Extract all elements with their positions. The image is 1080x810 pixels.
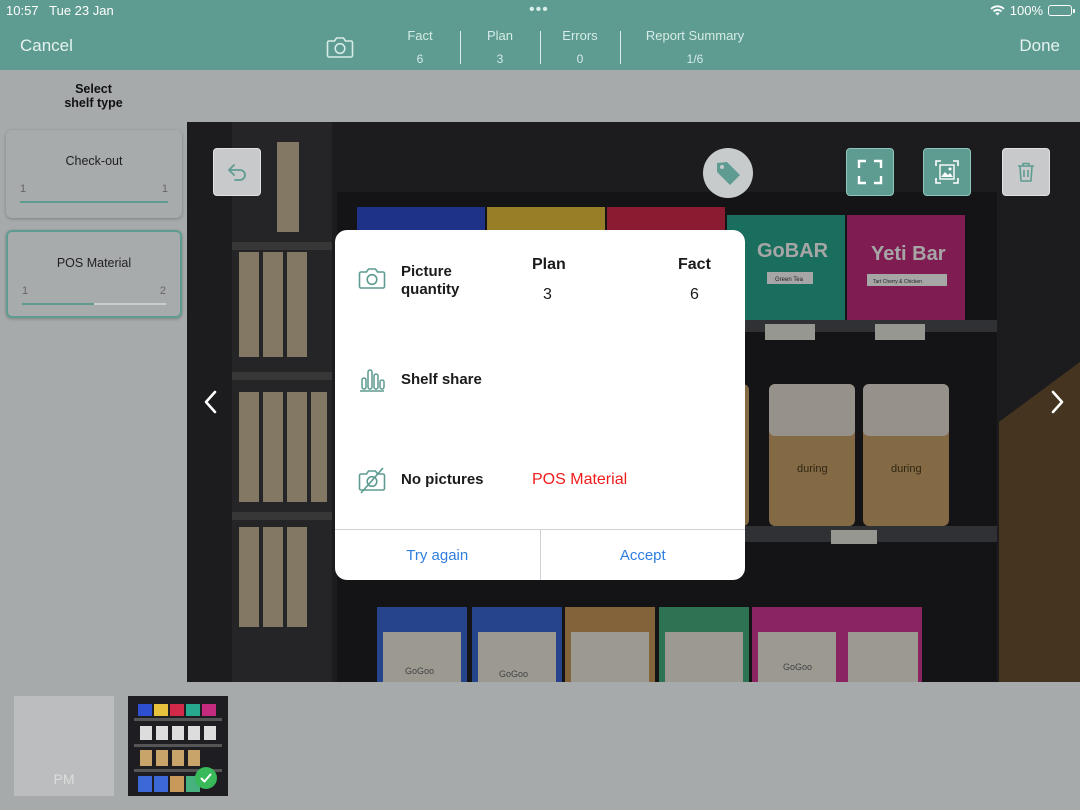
title-line-1: Select [75,82,112,96]
camera-icon [358,268,386,289]
stat-plan-label: Plan [486,28,514,43]
stat-fact: Fact 6 [396,28,444,66]
stat-fact-label: Fact [407,28,433,43]
stat-fact-value: 6 [416,52,424,66]
undo-icon [228,164,246,181]
shelf-card-check-out[interactable]: Check-out 1 1 [6,130,182,218]
shelf-card-name: POS Material [56,256,132,270]
stat-report-summary: Report Summary 1/6 [635,28,755,66]
camera-icon[interactable] [326,35,354,59]
stat-divider [620,31,621,64]
done-button[interactable]: Done [1019,36,1060,56]
shelf-type-panel: Select shelf type Check-out 1 1 POS Mate… [0,70,187,682]
photo-thumbnail[interactable] [128,696,228,796]
undo-button[interactable] [213,148,261,196]
wifi-icon [990,5,1005,16]
shelf-card-progress [20,201,168,203]
stat-errors-label: Errors [562,28,598,43]
no-picture-icon [358,467,386,494]
status-clock: 10:57 [6,3,39,18]
status-date: Tue 23 Jan [49,3,114,18]
chevron-right-icon [1051,390,1064,414]
shelf-share-icon [360,369,385,392]
plan-value: 3 [543,286,552,303]
fact-header: Fact [678,256,711,273]
status-time: 10:57 Tue 23 Jan [6,3,114,18]
progress-fill [20,201,168,203]
no-pictures-label: No pictures [401,471,484,488]
shelf-card-done: 1 [20,183,27,195]
tag-icon [717,162,740,185]
cancel-button[interactable]: Cancel [20,36,73,56]
stat-divider [540,31,541,64]
status-indicators: 100% [990,3,1075,18]
checkmark-icon [195,767,217,789]
shelf-card-done: 1 [22,285,29,297]
stat-errors: Errors 0 [552,28,608,66]
plan-header: Plan [532,256,566,273]
image-crop-icon [935,160,959,184]
shelf-card-pos-material[interactable]: POS Material 1 2 [6,230,182,318]
shelf-card-progress [22,303,166,305]
chevron-left-icon [204,390,217,414]
battery-percent: 100% [1009,3,1043,18]
fullscreen-icon [857,159,883,185]
stat-report-label: Report Summary [645,28,745,43]
pm-placeholder-thumbnail[interactable]: PM [14,696,114,796]
battery-icon [1048,5,1075,16]
picture-quantity-line-1: Picture [401,263,452,280]
picture-quantity-label: Picture quantity [401,263,459,299]
top-bar: 10:57 Tue 23 Jan ••• 100% Cancel Fact 6 … [0,0,1080,70]
shelf-card-total: 1 [161,183,168,195]
no-pictures-value: POS Material [532,471,628,488]
shelf-share-label: Shelf share [401,371,482,388]
pm-label: PM [53,771,75,787]
delete-button[interactable] [1002,148,1050,196]
picture-quantity-line-2: quantity [401,281,460,298]
shelf-type-title: Select shelf type [0,82,187,110]
stat-plan-value: 3 [496,52,504,66]
multitasking-dots[interactable]: ••• [529,1,549,19]
title-line-2: shelf type [64,96,123,110]
fullscreen-button[interactable] [846,148,894,196]
shelf-card-total: 2 [159,285,166,297]
report-summary-dialog: Picture quantity Plan Fact 3 6 Shelf sha… [335,230,745,580]
stat-plan: Plan 3 [476,28,524,66]
image-crop-button[interactable] [923,148,971,196]
progress-fill [22,303,94,305]
shelf-card-name: Check-out [65,154,123,168]
stat-errors-value: 0 [576,52,584,66]
trash-icon [1018,162,1034,182]
fact-value: 6 [690,286,699,303]
accept-button[interactable]: Accept [539,530,746,580]
previous-photo-button[interactable] [191,382,231,422]
next-photo-button[interactable] [1037,382,1077,422]
stat-report-value: 1/6 [686,52,704,66]
dialog-actions: Try again Accept [335,529,745,580]
tag-button[interactable] [703,148,753,198]
try-again-button[interactable]: Try again [335,530,540,580]
thumbnail-strip: PM [0,682,1080,810]
stat-divider [460,31,461,64]
